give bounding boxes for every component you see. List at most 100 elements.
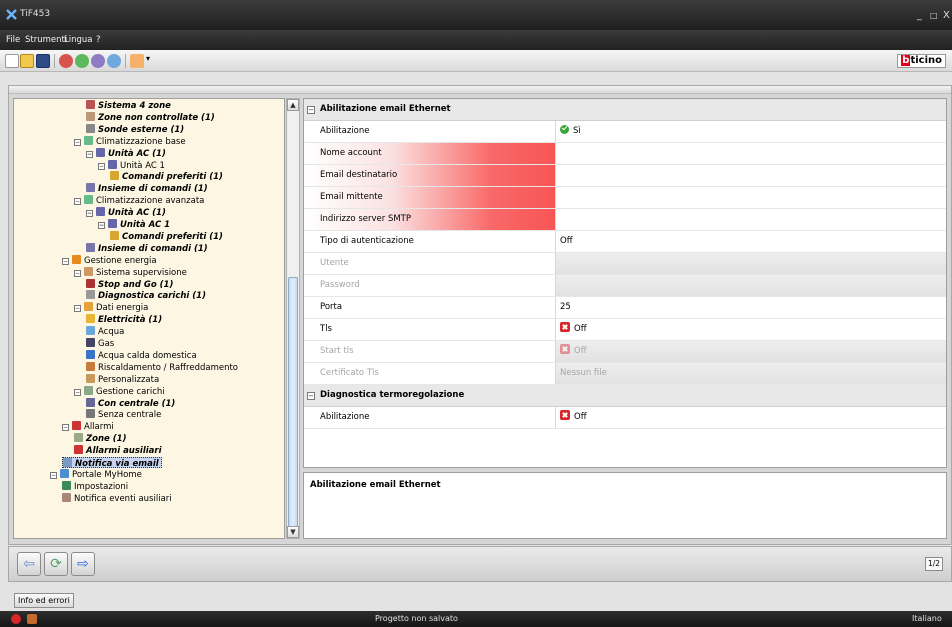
- collapse-toggle-icon[interactable]: −: [74, 388, 81, 396]
- tree-node[interactable]: Impostazioni: [62, 480, 128, 492]
- minimize-button[interactable]: _: [917, 11, 922, 21]
- collapse-toggle-icon[interactable]: −: [74, 198, 81, 206]
- collapse-toggle-icon[interactable]: −: [74, 305, 81, 313]
- tree-node[interactable]: Acqua calda domestica: [86, 349, 197, 361]
- chevron-down-icon[interactable]: ▾: [146, 54, 150, 63]
- maximize-button[interactable]: □: [930, 11, 938, 21]
- log-status-icon[interactable]: [27, 614, 37, 624]
- grid-row[interactable]: Email destinatario: [304, 165, 946, 187]
- tree-node[interactable]: − Allarmi: [62, 421, 114, 432]
- tree-node[interactable]: Personalizzata: [86, 373, 159, 385]
- grid-row-value[interactable]: Off: [556, 407, 946, 428]
- grid-row[interactable]: Password: [304, 275, 946, 297]
- tree-node[interactable]: − Unità AC 1: [98, 159, 165, 171]
- tree-node[interactable]: Comandi preferiti (1): [110, 230, 223, 242]
- tree-node[interactable]: − Gestione carichi: [74, 385, 165, 397]
- grid-row-value[interactable]: [556, 143, 946, 164]
- tree-node[interactable]: − Portale MyHome: [50, 468, 142, 480]
- device-info-icon[interactable]: [107, 54, 121, 68]
- tree-node[interactable]: Stop and Go (1): [86, 278, 173, 290]
- tree-node[interactable]: Insieme di comandi (1): [86, 183, 208, 194]
- firmware-icon[interactable]: [91, 54, 105, 68]
- error-status-icon[interactable]: [11, 614, 21, 624]
- new-file-icon[interactable]: [5, 54, 19, 68]
- tree-node[interactable]: − Unità AC (1): [86, 147, 166, 159]
- send-config-icon[interactable]: [59, 54, 73, 68]
- tree-node[interactable]: − Gestione energia: [62, 254, 157, 266]
- open-folder-icon[interactable]: [20, 54, 34, 68]
- tree-node[interactable]: Notifica via email: [62, 457, 162, 469]
- tree-node[interactable]: Zone non controllate (1): [86, 111, 215, 123]
- grid-section-header[interactable]: − Abilitazione email Ethernet: [304, 99, 946, 121]
- tree-node[interactable]: − Sistema supervisione: [74, 266, 187, 278]
- collapse-toggle-icon[interactable]: −: [86, 210, 93, 218]
- collapse-toggle-icon[interactable]: −: [307, 392, 315, 400]
- scroll-down-icon[interactable]: ▼: [287, 526, 299, 538]
- tree-node[interactable]: − Unità AC 1: [98, 219, 170, 230]
- grid-row[interactable]: Utente: [304, 253, 946, 275]
- collapse-toggle-icon[interactable]: −: [62, 257, 69, 265]
- grid-row-value[interactable]: Off: [556, 231, 946, 252]
- save-icon[interactable]: [36, 54, 50, 68]
- menu-help[interactable]: ?: [96, 35, 101, 45]
- grid-row-value[interactable]: 25: [556, 297, 946, 318]
- refresh-icon: ⟳: [50, 556, 62, 572]
- tree-node[interactable]: Diagnostica carichi (1): [86, 290, 206, 301]
- grid-row-value[interactable]: [556, 209, 946, 230]
- tree-node[interactable]: Acqua: [86, 326, 124, 337]
- receive-config-icon[interactable]: [75, 54, 89, 68]
- grid-row[interactable]: Tls Off: [304, 319, 946, 341]
- grid-row[interactable]: Start tls Off: [304, 341, 946, 363]
- tree-node[interactable]: Riscaldamento / Raffreddamento: [86, 361, 238, 373]
- tree-node[interactable]: Con centrale (1): [86, 397, 175, 409]
- tree-node[interactable]: Comandi preferiti (1): [110, 171, 223, 182]
- tree-node[interactable]: − Climatizzazione base: [74, 135, 186, 147]
- close-button[interactable]: X: [943, 11, 950, 21]
- forward-button[interactable]: ⇨: [71, 552, 95, 576]
- menu-strumenti[interactable]: Strumenti: [25, 35, 67, 45]
- tools-dropdown-icon[interactable]: [130, 54, 144, 68]
- grid-row[interactable]: Tipo di autenticazione Off: [304, 231, 946, 253]
- tree-node[interactable]: − Climatizzazione avanzata: [74, 195, 204, 206]
- refresh-button[interactable]: ⟳: [44, 552, 68, 576]
- tree-node[interactable]: Sonde esterne (1): [86, 123, 184, 135]
- tree-node[interactable]: Elettricità (1): [86, 314, 162, 325]
- tree-node[interactable]: Notifica eventi ausiliari: [62, 492, 172, 504]
- errors-info-button[interactable]: Info ed errori: [14, 593, 74, 608]
- grid-section-header[interactable]: − Diagnostica termoregolazione: [304, 385, 946, 407]
- collapse-toggle-icon[interactable]: −: [74, 269, 81, 277]
- collapse-toggle-icon[interactable]: −: [307, 106, 315, 114]
- back-button[interactable]: ⇦: [17, 552, 41, 576]
- grid-row[interactable]: Indirizzo server SMTP: [304, 209, 946, 231]
- grid-row[interactable]: Porta 25: [304, 297, 946, 319]
- tree-node[interactable]: Sistema 4 zone: [86, 100, 171, 111]
- tree-node[interactable]: − Unità AC (1): [86, 207, 166, 218]
- grid-row[interactable]: Email mittente: [304, 187, 946, 209]
- collapse-toggle-icon[interactable]: −: [98, 222, 105, 229]
- grid-row-value[interactable]: Off: [556, 319, 946, 340]
- grid-row[interactable]: Abilitazione Off: [304, 407, 946, 429]
- tree-node[interactable]: Gas: [86, 338, 114, 349]
- tree-node[interactable]: Insieme di comandi (1): [86, 242, 208, 254]
- collapse-toggle-icon[interactable]: −: [98, 162, 105, 170]
- grid-row[interactable]: Abilitazione Sì: [304, 121, 946, 143]
- tree-node[interactable]: Senza centrale: [86, 409, 161, 420]
- project-tree[interactable]: Sistema 4 zone Zone non controllate (1) So…: [13, 98, 285, 539]
- scroll-thumb[interactable]: [288, 277, 298, 527]
- tree-node[interactable]: − Dati energia: [74, 302, 148, 313]
- tree-node[interactable]: Zone (1): [74, 433, 126, 444]
- collapse-toggle-icon[interactable]: −: [50, 471, 57, 479]
- grid-row-value[interactable]: Sì: [556, 121, 946, 142]
- grid-row[interactable]: Certificato Tls Nessun file: [304, 363, 946, 385]
- scroll-up-icon[interactable]: ▲: [287, 99, 299, 111]
- collapse-toggle-icon[interactable]: −: [86, 150, 93, 158]
- tree-scrollbar[interactable]: ▲ ▼: [286, 98, 300, 539]
- menu-lingua[interactable]: Lingua: [64, 35, 92, 45]
- collapse-toggle-icon[interactable]: −: [62, 424, 69, 432]
- menu-file[interactable]: File: [6, 35, 20, 45]
- tree-node[interactable]: Allarmi ausiliari: [74, 445, 162, 456]
- grid-row[interactable]: Nome account: [304, 143, 946, 165]
- collapse-toggle-icon[interactable]: −: [74, 138, 81, 146]
- grid-row-value[interactable]: [556, 165, 946, 186]
- grid-row-value[interactable]: [556, 187, 946, 208]
